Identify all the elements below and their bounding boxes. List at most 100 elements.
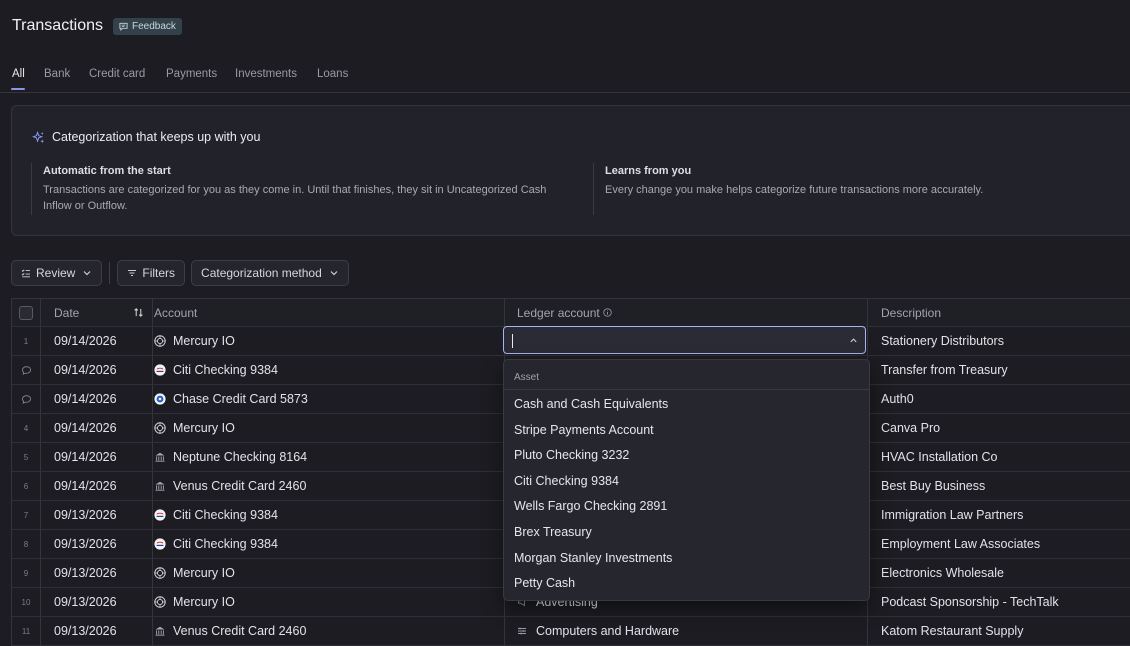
date-header-label: Date	[54, 305, 80, 320]
account-name: Citi Checking 9384	[173, 508, 278, 522]
row-number: 11	[21, 626, 31, 636]
row-number: 8	[23, 539, 29, 549]
description-cell: Immigration Law Partners	[867, 501, 1130, 529]
active-tab-indicator	[11, 88, 25, 90]
feedback-icon	[119, 22, 128, 31]
description-value: Employment Law Associates	[881, 537, 1041, 551]
mercury-icon	[154, 596, 166, 608]
feedback-button[interactable]: Feedback	[113, 17, 182, 35]
row-marker-cell	[12, 385, 41, 413]
account-name: Chase Credit Card 5873	[173, 392, 308, 406]
ledger-option[interactable]: Morgan Stanley Investments	[514, 551, 672, 565]
account-cell: Neptune Checking 8164	[140, 443, 505, 471]
filter-icon	[128, 269, 137, 277]
ledger-option[interactable]: Petty Cash	[514, 576, 575, 590]
description-header-label: Description	[881, 305, 942, 320]
account-header-label: Account	[154, 305, 198, 320]
description-value: Auth0	[881, 392, 914, 406]
account-column-header[interactable]: Account	[140, 299, 505, 326]
row-marker-cell	[12, 356, 41, 384]
row-number: 7	[23, 510, 29, 520]
description-cell: HVAC Installation Co	[867, 443, 1130, 471]
tab-payments[interactable]: Payments	[166, 68, 217, 80]
row-number: 6	[23, 481, 29, 491]
account-cell: Chase Credit Card 5873	[140, 385, 505, 413]
tab-credit-card[interactable]: Credit card	[89, 68, 145, 80]
description-value: Podcast Sponsorship - TechTalk	[881, 595, 1059, 609]
account-name: Neptune Checking 8164	[173, 450, 308, 464]
table-row[interactable]: 11 09/13/2026 Venus Credit Card 2460 Comput…	[12, 617, 1130, 646]
categorization-method-button[interactable]: Categorization method	[191, 260, 349, 286]
ledger-account-value: Computers and Hardware	[536, 624, 680, 638]
row-marker-cell: 8	[12, 530, 41, 558]
row-marker-cell: 7	[12, 501, 41, 529]
page-title: Transactions	[12, 17, 103, 34]
mercury-icon	[154, 335, 166, 347]
comment-icon[interactable]	[21, 394, 32, 405]
account-name: Mercury IO	[173, 595, 235, 609]
account-name: Mercury IO	[173, 334, 235, 348]
mercury-icon	[154, 567, 166, 579]
account-cell: Mercury IO	[140, 414, 505, 442]
citi-icon	[154, 538, 166, 550]
row-marker-cell: 6	[12, 472, 41, 500]
date-cell: 09/14/2026	[41, 327, 153, 355]
account-name: Citi Checking 9384	[173, 363, 278, 377]
table-toolbar: Review Filters Categorization method	[11, 260, 349, 286]
list-check-icon	[21, 269, 30, 278]
chevron-down-icon	[83, 271, 91, 276]
title-row: Transactions Feedback	[12, 17, 182, 35]
ledger-option[interactable]: Brex Treasury	[514, 525, 592, 539]
info-icon[interactable]	[603, 308, 612, 317]
ledger-account-combobox[interactable]	[503, 326, 866, 354]
ledger-option[interactable]: Pluto Checking 3232	[514, 448, 629, 462]
row-number: 9	[23, 568, 29, 578]
date-value: 09/13/2026	[54, 595, 117, 609]
description-column-header[interactable]: Description	[867, 299, 1130, 326]
account-name: Citi Checking 9384	[173, 537, 278, 551]
chevron-up-icon[interactable]	[849, 336, 858, 345]
date-column-header[interactable]: Date	[41, 299, 153, 326]
ledger-option[interactable]: Cash and Cash Equivalents	[514, 397, 668, 411]
ledger-column-header[interactable]: Ledger account	[503, 299, 868, 326]
sparkle-icon	[32, 130, 45, 143]
tab-all[interactable]: All	[12, 68, 25, 80]
date-cell: 09/14/2026	[41, 414, 153, 442]
date-cell: 09/13/2026	[41, 530, 153, 558]
description-value: Immigration Law Partners	[881, 508, 1024, 522]
comment-icon[interactable]	[21, 365, 32, 376]
tab-bank[interactable]: Bank	[44, 68, 70, 80]
ledger-option[interactable]: Stripe Payments Account	[514, 423, 654, 437]
description-cell: Podcast Sponsorship - TechTalk	[867, 588, 1130, 616]
text-caret	[512, 334, 513, 348]
chevron-down-icon	[330, 271, 338, 276]
date-value: 09/14/2026	[54, 334, 117, 348]
account-cell: Venus Credit Card 2460	[140, 472, 505, 500]
select-all-checkbox[interactable]	[19, 305, 33, 320]
description-value: Electronics Wholesale	[881, 566, 1004, 580]
description-cell: Electronics Wholesale	[867, 559, 1130, 587]
date-value: 09/13/2026	[54, 537, 117, 551]
account-name: Venus Credit Card 2460	[173, 479, 307, 493]
tab-investments[interactable]: Investments	[235, 68, 297, 80]
date-value: 09/14/2026	[54, 450, 117, 464]
info-column-learns: Learns from you Every change you make he…	[593, 163, 1125, 215]
account-cell: Mercury IO	[140, 327, 505, 355]
chase-icon	[154, 393, 166, 405]
info-learns-body: Every change you make helps categorize f…	[605, 184, 984, 196]
account-name: Venus Credit Card 2460	[173, 624, 307, 638]
ledger-option[interactable]: Citi Checking 9384	[514, 474, 619, 488]
review-label: Review	[36, 266, 76, 280]
bank-icon	[154, 451, 166, 463]
account-cell: Citi Checking 9384	[140, 501, 505, 529]
date-cell: 09/13/2026	[41, 559, 153, 587]
filters-button[interactable]: Filters	[117, 260, 186, 286]
review-button[interactable]: Review	[11, 260, 103, 286]
tab-loans[interactable]: Loans	[317, 68, 348, 80]
description-value: HVAC Installation Co	[881, 450, 998, 464]
ledger-option[interactable]: Wells Fargo Checking 2891	[514, 499, 667, 513]
feedback-label: Feedback	[132, 20, 176, 32]
description-value: Katom Restaurant Supply	[881, 624, 1024, 638]
description-cell: Transfer from Treasury	[867, 356, 1130, 384]
description-value: Canva Pro	[881, 421, 941, 435]
